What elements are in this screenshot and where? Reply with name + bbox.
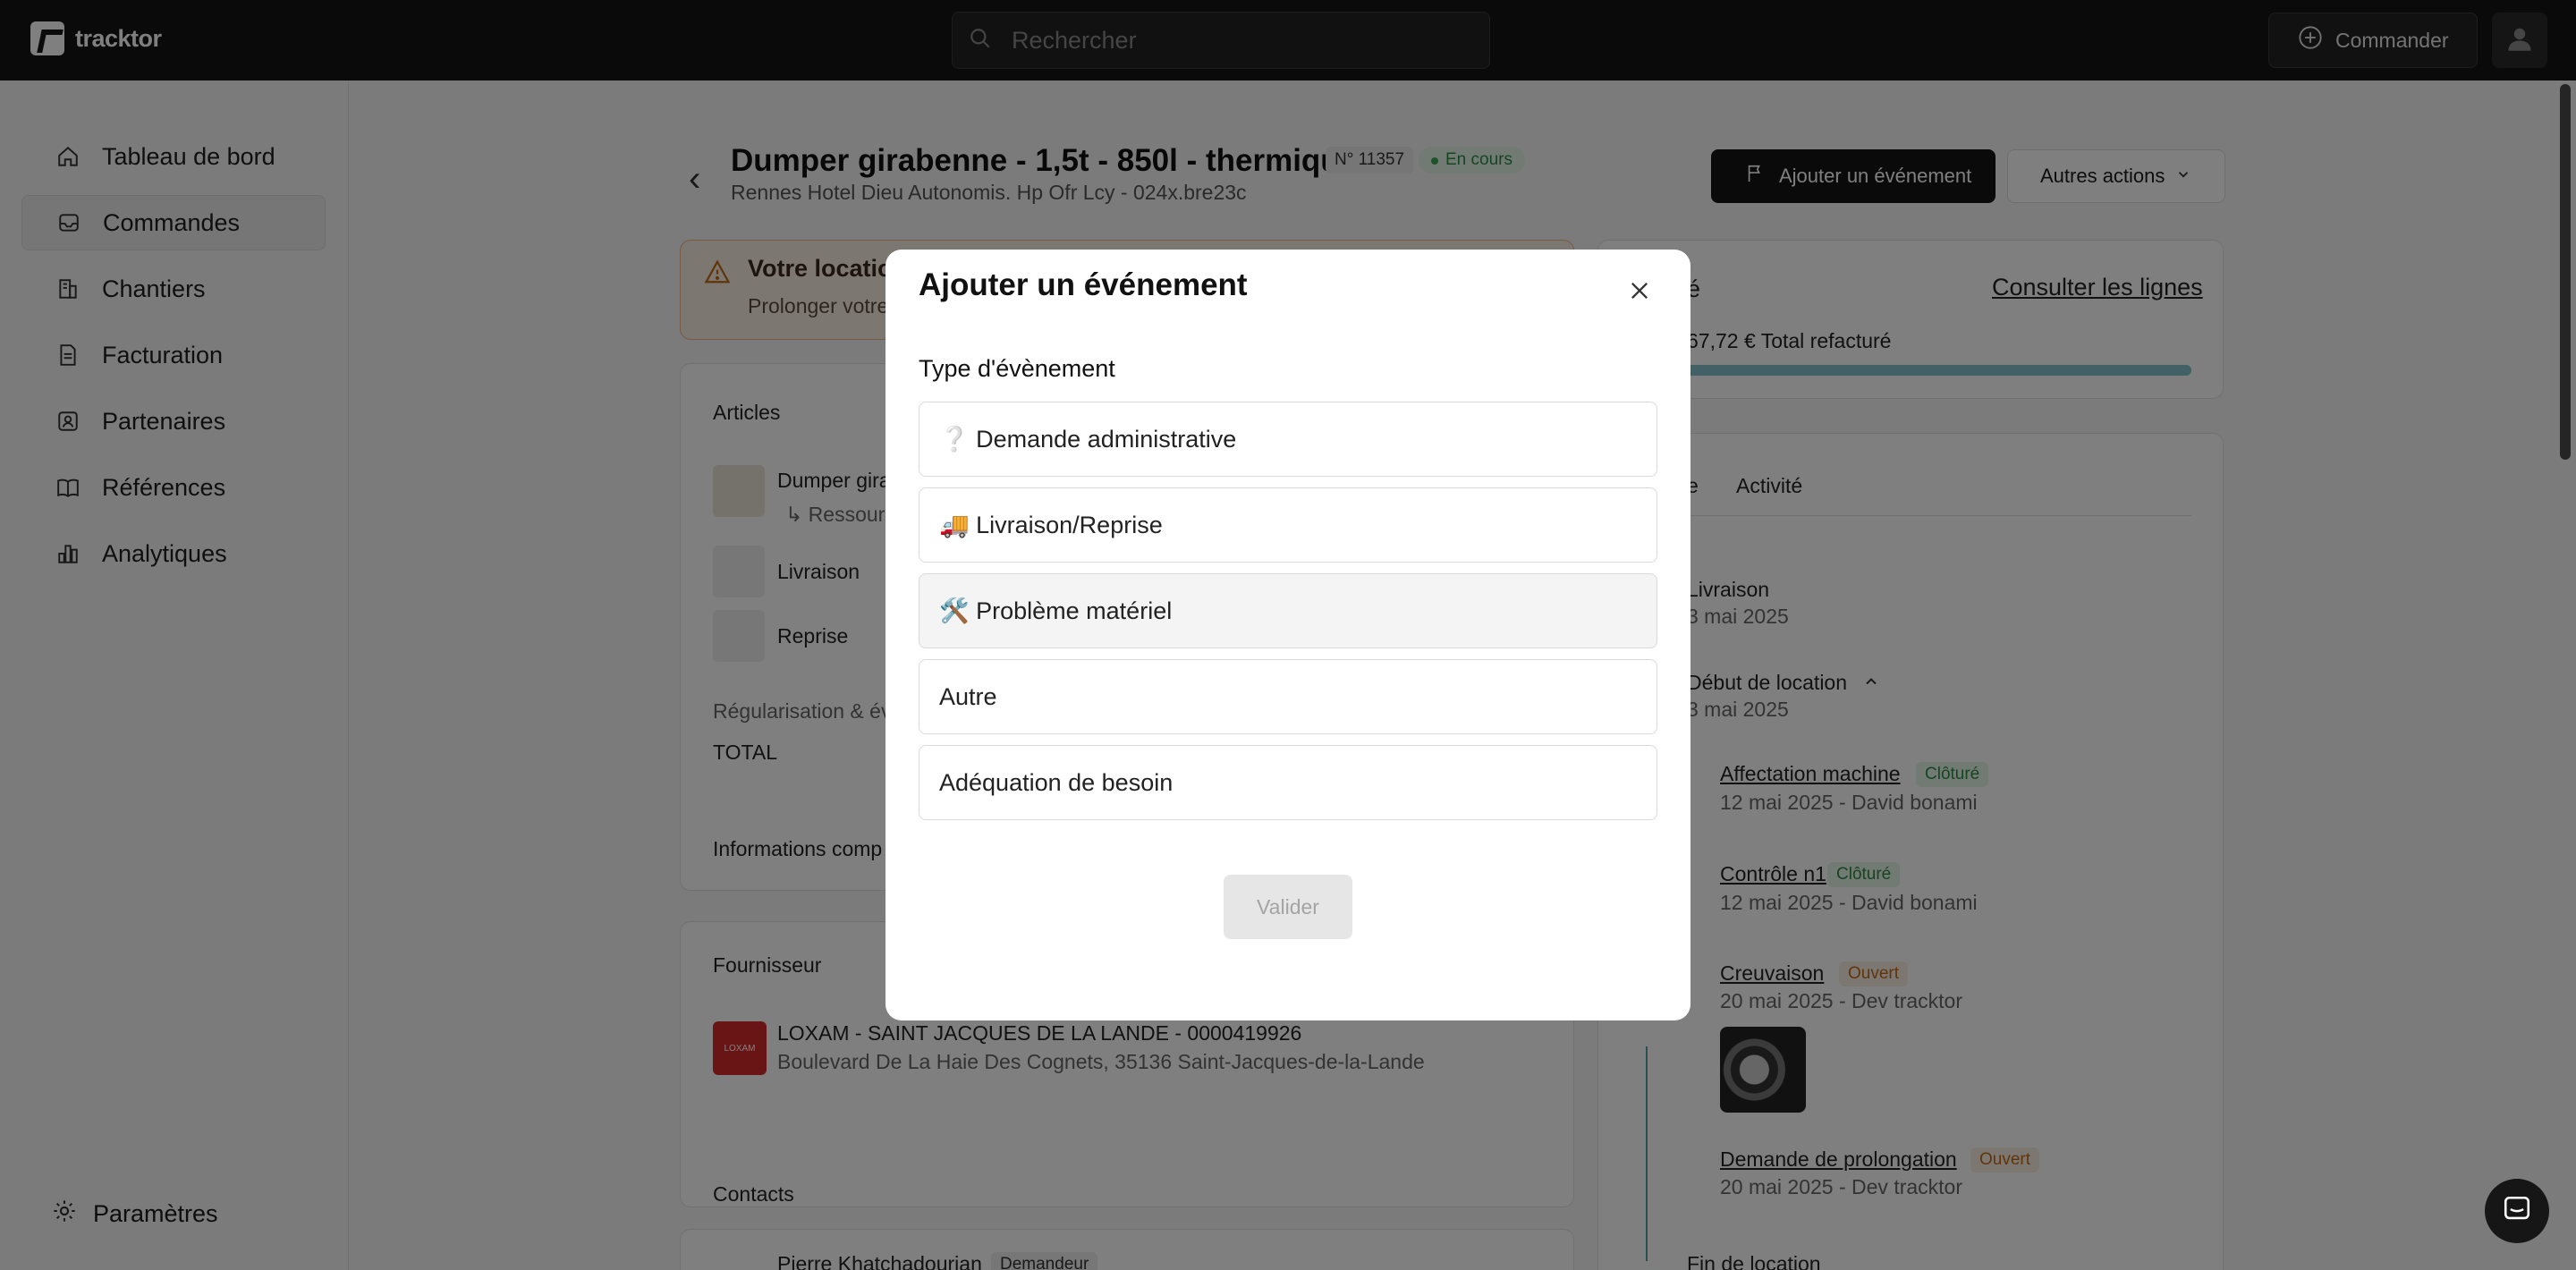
close-icon (1627, 278, 1652, 308)
event-type-option-needs-fit[interactable]: Adéquation de besoin (919, 745, 1657, 820)
event-type-option-other[interactable]: Autre (919, 659, 1657, 734)
add-event-modal: Ajouter un événement Type d'évènement ❔ … (886, 250, 1690, 1020)
event-type-option-delivery[interactable]: 🚚 Livraison/Reprise (919, 487, 1657, 563)
event-type-option-equipment-issue[interactable]: 🛠️ Problème matériel (919, 573, 1657, 648)
modal-title: Ajouter un événement (919, 267, 1248, 302)
option-label: 🚚 Livraison/Reprise (939, 512, 1163, 538)
option-label: Adéquation de besoin (939, 768, 1174, 796)
event-type-option-administrative[interactable]: ❔ Demande administrative (919, 402, 1657, 477)
event-type-label: Type d'évènement (919, 355, 1115, 382)
option-label: ❔ Demande administrative (939, 426, 1237, 453)
close-button[interactable] (1619, 272, 1660, 313)
option-label: 🛠️ Problème matériel (939, 597, 1173, 624)
submit-button[interactable]: Valider (1224, 875, 1352, 939)
option-label: Autre (939, 682, 997, 710)
chat-icon (2502, 1194, 2532, 1229)
chat-button[interactable] (2485, 1179, 2549, 1243)
